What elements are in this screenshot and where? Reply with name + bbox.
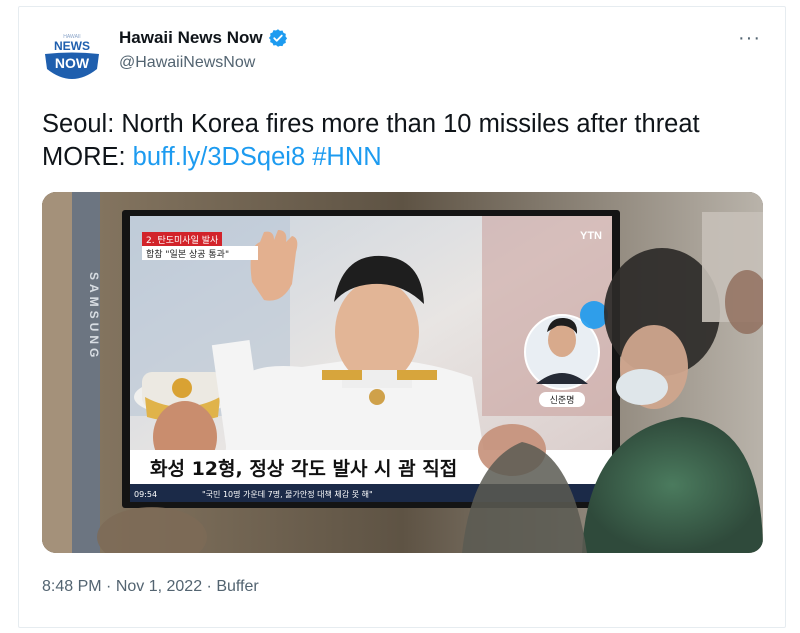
author-name[interactable]: Hawaii News Now [119, 28, 288, 48]
tweet-source[interactable]: Buffer [216, 578, 258, 595]
reporter-name: 신준명 [550, 395, 575, 406]
banner-top: 2. 탄도미사일 발사 [146, 235, 219, 246]
tweet-timestamp: 8:48 PM · Nov 1, 2022 · Buffer [42, 578, 259, 596]
side-brand-text: SAMSUNG [87, 272, 101, 361]
author-handle[interactable]: @HawaiiNewsNow [119, 54, 255, 72]
svg-text:NEWS: NEWS [54, 39, 90, 53]
avatar[interactable]: HAWAII NEWS NOW [41, 27, 103, 89]
tweet-link[interactable]: buff.ly/3DSqei8 [133, 143, 305, 171]
tweet-photo[interactable]: SAMSUNG YTN 2. 탄도미사일 발사 합참 "일본 상공 통과" 신준… [42, 192, 763, 553]
ticker-text: "국민 10명 가운데 7명, 물가안정 대책 체감 못 해" [202, 489, 373, 499]
more-options-icon[interactable]: ··· [738, 27, 761, 50]
tweet-time[interactable]: 8:48 PM [42, 578, 102, 595]
tweet-text: Seoul: North Korea fires more than 10 mi… [42, 108, 762, 174]
tv-logo: YTN [580, 230, 602, 242]
ticker-time: 09:54 [134, 490, 157, 499]
photo-scene: SAMSUNG YTN 2. 탄도미사일 발사 합참 "일본 상공 통과" 신준… [42, 192, 763, 553]
verified-badge-icon [268, 29, 287, 47]
separator: · [202, 578, 217, 595]
separator: · [101, 578, 116, 595]
hashtag-link[interactable]: #HNN [312, 143, 381, 171]
news-caption: 화성 12형, 정상 각도 발사 시 괌 직접 [150, 458, 457, 480]
tweet-date[interactable]: Nov 1, 2022 [116, 578, 202, 595]
hawaii-news-now-logo: HAWAII NEWS NOW [45, 34, 99, 79]
pillar [72, 192, 100, 553]
svg-text:NOW: NOW [55, 55, 90, 71]
banner-sub: 합참 "일본 상공 통과" [146, 249, 229, 260]
author-name-text[interactable]: Hawaii News Now [119, 28, 263, 48]
